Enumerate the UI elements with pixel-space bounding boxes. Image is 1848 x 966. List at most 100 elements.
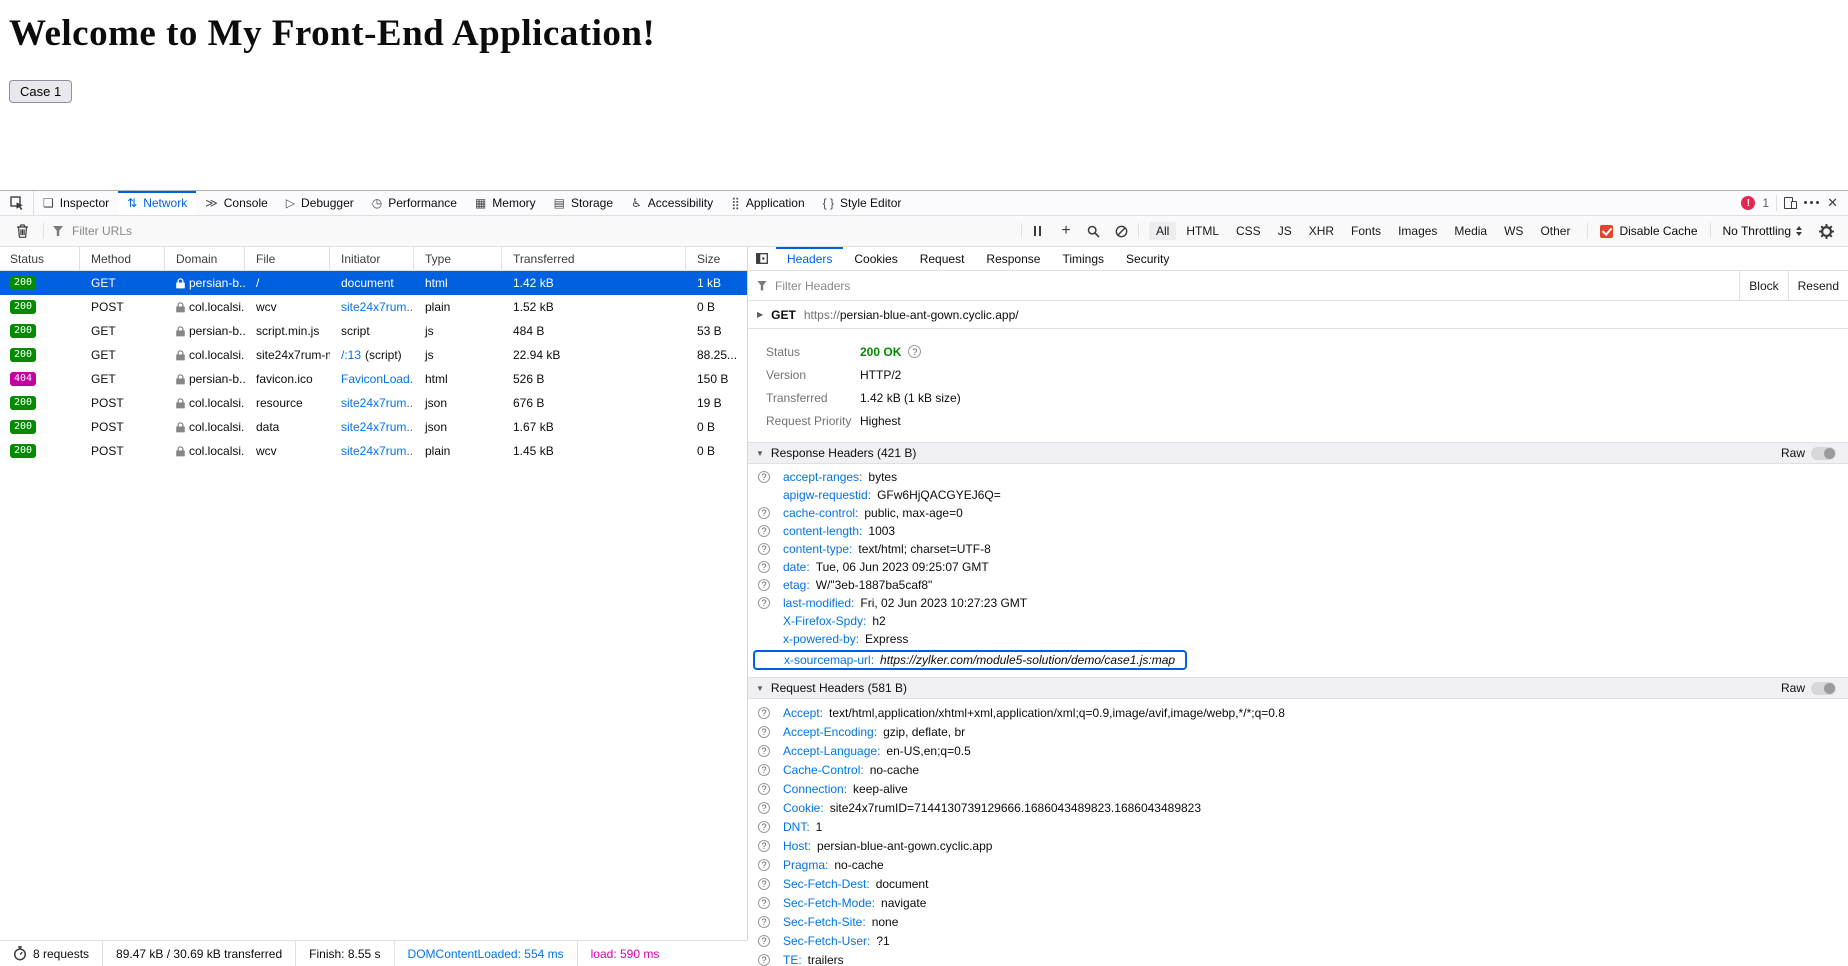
details-tab-security[interactable]: Security bbox=[1115, 247, 1180, 270]
table-row[interactable]: 200 POST col.localsi... wcv site24x7rum.… bbox=[0, 439, 747, 463]
tab-application[interactable]: ⣿ Application bbox=[722, 191, 814, 215]
initiator-cell[interactable]: document bbox=[341, 276, 394, 290]
help-icon[interactable]: ? bbox=[758, 471, 770, 483]
help-icon[interactable]: ? bbox=[758, 821, 770, 833]
help-icon[interactable]: ? bbox=[758, 726, 770, 738]
help-icon[interactable]: ? bbox=[908, 345, 921, 358]
type-filter-images[interactable]: Images bbox=[1391, 222, 1444, 240]
request-headers-section[interactable]: ▼ Request Headers (581 B) Raw bbox=[748, 677, 1848, 699]
type-filter-js[interactable]: JS bbox=[1271, 222, 1299, 240]
responsive-design-mode-icon[interactable] bbox=[1784, 197, 1797, 209]
type-filter-media[interactable]: Media bbox=[1447, 222, 1494, 240]
details-tab-headers[interactable]: Headers bbox=[776, 247, 843, 270]
initiator-cell[interactable]: site24x7rum... bbox=[341, 300, 414, 314]
help-icon[interactable]: ? bbox=[758, 561, 770, 573]
help-icon[interactable]: ? bbox=[758, 802, 770, 814]
domain-cell: col.localsi... bbox=[189, 420, 245, 434]
initiator-cell[interactable]: FaviconLoad... bbox=[341, 372, 414, 386]
column-header-file[interactable]: File bbox=[245, 247, 330, 270]
tab-performance[interactable]: ◷ Performance bbox=[363, 191, 466, 215]
type-filter-xhr[interactable]: XHR bbox=[1302, 222, 1341, 240]
help-icon[interactable]: ? bbox=[758, 897, 770, 909]
clear-requests-icon[interactable] bbox=[10, 220, 34, 242]
close-icon[interactable]: ✕ bbox=[1827, 195, 1838, 211]
help-icon[interactable]: ? bbox=[758, 935, 770, 947]
table-row[interactable]: 200 GET persian-b... script.min.js scrip… bbox=[0, 319, 747, 343]
filter-urls-input[interactable] bbox=[72, 224, 492, 238]
initiator-cell[interactable]: /:13 bbox=[341, 348, 361, 362]
network-settings-gear-icon[interactable] bbox=[1814, 220, 1838, 242]
raw-toggle[interactable] bbox=[1811, 447, 1836, 460]
summary-label: Request Priority bbox=[766, 414, 860, 428]
type-filter-html[interactable]: HTML bbox=[1179, 222, 1226, 240]
tab-network[interactable]: ⇅ Network bbox=[118, 191, 196, 215]
help-icon[interactable]: ? bbox=[758, 764, 770, 776]
new-request-icon[interactable]: + bbox=[1054, 220, 1078, 242]
column-header-initiator[interactable]: Initiator bbox=[330, 247, 414, 270]
block-request-icon[interactable] bbox=[1110, 220, 1134, 242]
column-header-transferred[interactable]: Transferred bbox=[502, 247, 686, 270]
type-filter-ws[interactable]: WS bbox=[1497, 222, 1530, 240]
help-icon[interactable]: ? bbox=[758, 707, 770, 719]
resend-button[interactable]: Resend bbox=[1788, 271, 1848, 301]
type-filter-all[interactable]: All bbox=[1149, 222, 1176, 240]
column-header-domain[interactable]: Domain bbox=[165, 247, 245, 270]
error-badge-icon[interactable]: ! bbox=[1741, 196, 1755, 210]
help-icon[interactable]: ? bbox=[758, 525, 770, 537]
column-header-method[interactable]: Method bbox=[80, 247, 165, 270]
type-filter-other[interactable]: Other bbox=[1533, 222, 1577, 240]
table-row[interactable]: 200 POST col.localsi... wcv site24x7rum.… bbox=[0, 295, 747, 319]
filter-headers-input[interactable] bbox=[775, 279, 1075, 293]
disable-cache-checkbox[interactable]: Disable Cache bbox=[1600, 224, 1697, 238]
column-header-size[interactable]: Size bbox=[686, 247, 748, 270]
request-url-row[interactable]: ▶ GET https://persian-blue-ant-gown.cycl… bbox=[748, 301, 1848, 329]
raw-toggle[interactable] bbox=[1811, 682, 1836, 695]
response-headers-section[interactable]: ▼ Response Headers (421 B) Raw bbox=[748, 442, 1848, 464]
help-icon[interactable]: ? bbox=[758, 916, 770, 928]
help-icon[interactable]: ? bbox=[758, 745, 770, 757]
details-tab-cookies[interactable]: Cookies bbox=[843, 247, 908, 270]
tab-style-editor[interactable]: { } Style Editor bbox=[814, 191, 911, 215]
tab-inspector[interactable]: ❏ Inspector bbox=[34, 191, 118, 215]
devtools-menu-icon[interactable] bbox=[1804, 201, 1820, 205]
column-header-status[interactable]: Status bbox=[0, 247, 80, 270]
help-icon[interactable]: ? bbox=[758, 543, 770, 555]
sidebar-toggle-icon[interactable] bbox=[748, 247, 776, 270]
type-filter-fonts[interactable]: Fonts bbox=[1344, 222, 1388, 240]
table-row[interactable]: 200 POST col.localsi... data site24x7rum… bbox=[0, 415, 747, 439]
tab-console[interactable]: ≫ Console bbox=[196, 191, 277, 215]
case-1-button[interactable]: Case 1 bbox=[9, 80, 72, 103]
details-tab-request[interactable]: Request bbox=[909, 247, 976, 270]
help-icon[interactable]: ? bbox=[758, 597, 770, 609]
initiator-cell[interactable]: site24x7rum... bbox=[341, 396, 414, 410]
block-button[interactable]: Block bbox=[1739, 271, 1787, 301]
throttling-select[interactable]: No Throttling bbox=[1723, 224, 1802, 238]
table-row[interactable]: 200 POST col.localsi... resource site24x… bbox=[0, 391, 747, 415]
column-header-type[interactable]: Type bbox=[414, 247, 502, 270]
pause-traffic-icon[interactable] bbox=[1026, 220, 1050, 242]
stopwatch-icon[interactable] bbox=[13, 946, 27, 961]
help-icon[interactable]: ? bbox=[758, 840, 770, 852]
status-badge: 200 bbox=[10, 444, 36, 458]
help-icon[interactable]: ? bbox=[758, 783, 770, 795]
initiator-cell[interactable]: site24x7rum... bbox=[341, 444, 414, 458]
pick-element-button[interactable] bbox=[0, 191, 34, 215]
help-icon[interactable]: ? bbox=[758, 579, 770, 591]
details-tab-timings[interactable]: Timings bbox=[1051, 247, 1115, 270]
table-row[interactable]: 200 GET col.localsi... site24x7rum-mi /:… bbox=[0, 343, 747, 367]
help-icon[interactable]: ? bbox=[758, 954, 770, 966]
tab-accessibility[interactable]: ♿ Accessibility bbox=[622, 191, 722, 215]
table-row[interactable]: 404 GET persian-b... favicon.ico Favicon… bbox=[0, 367, 747, 391]
help-icon[interactable]: ? bbox=[758, 878, 770, 890]
initiator-cell[interactable]: script bbox=[341, 324, 370, 338]
tab-memory[interactable]: ▦ Memory bbox=[466, 191, 545, 215]
help-icon[interactable]: ? bbox=[758, 859, 770, 871]
tab-debugger[interactable]: ▷ Debugger bbox=[277, 191, 363, 215]
help-icon[interactable]: ? bbox=[758, 507, 770, 519]
table-row[interactable]: 200 GET persian-b... / document html 1.4… bbox=[0, 271, 747, 295]
type-filter-css[interactable]: CSS bbox=[1229, 222, 1268, 240]
initiator-cell[interactable]: site24x7rum... bbox=[341, 420, 414, 434]
search-icon[interactable] bbox=[1082, 220, 1106, 242]
details-tab-response[interactable]: Response bbox=[975, 247, 1051, 270]
tab-storage[interactable]: ▤ Storage bbox=[545, 191, 622, 215]
